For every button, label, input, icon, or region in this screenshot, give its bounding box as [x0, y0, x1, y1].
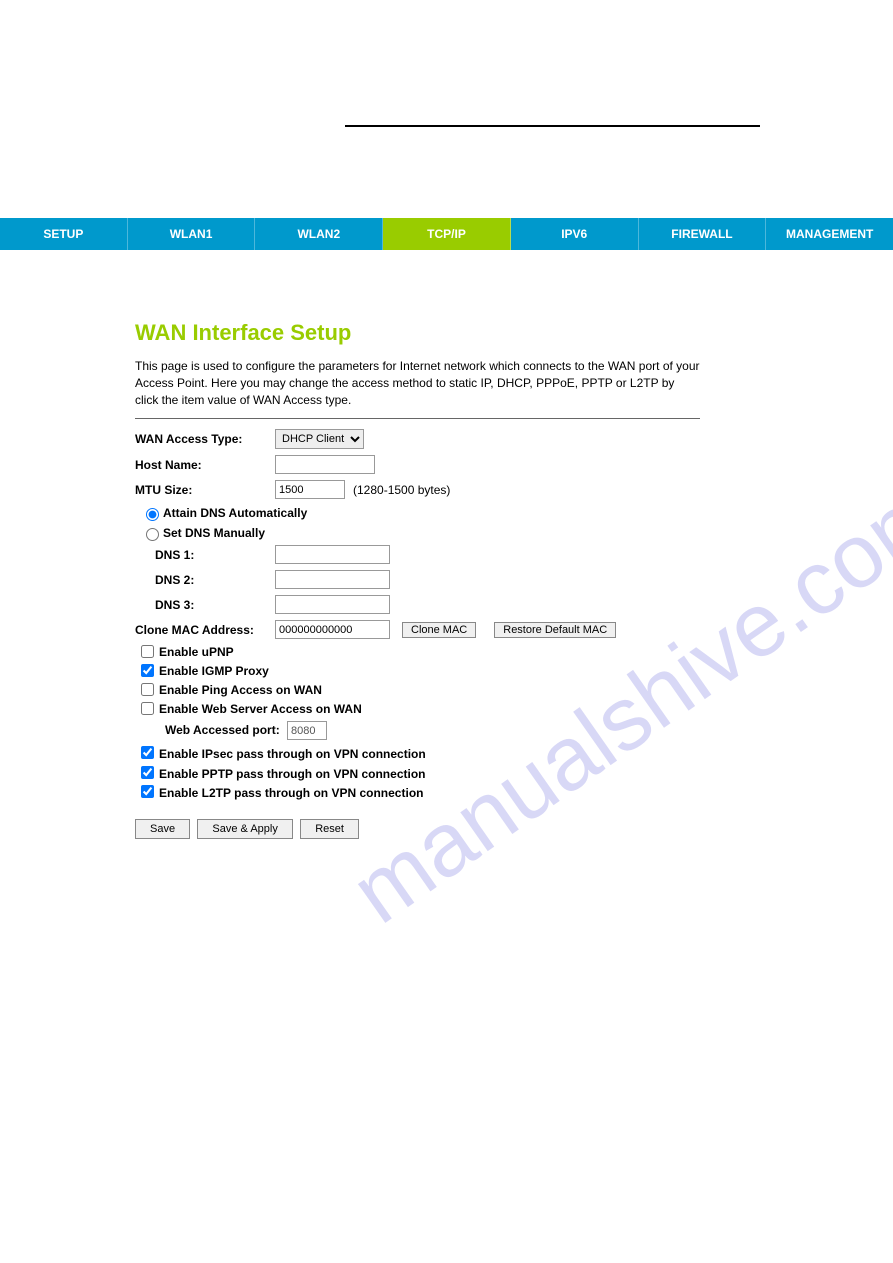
clone-mac-input[interactable] [275, 620, 390, 639]
tab-wlan2[interactable]: WLAN2 [255, 218, 383, 250]
l2tp-label: Enable L2TP pass through on VPN connecti… [159, 785, 423, 801]
reset-button[interactable]: Reset [300, 819, 359, 839]
web-port-input[interactable] [287, 721, 327, 740]
upnp-checkbox[interactable] [141, 645, 154, 658]
igmp-checkbox[interactable] [141, 664, 154, 677]
upnp-label: Enable uPNP [159, 645, 234, 659]
web-wan-checkbox[interactable] [141, 702, 154, 715]
page-title: WAN Interface Setup [135, 320, 700, 346]
wan-access-type-select[interactable]: DHCP Client [275, 429, 364, 449]
dns2-input[interactable] [275, 570, 390, 589]
tab-tcpip[interactable]: TCP/IP [383, 218, 511, 250]
dns-manual-radio[interactable] [146, 528, 159, 541]
tab-firewall[interactable]: FIREWALL [639, 218, 767, 250]
ping-wan-label: Enable Ping Access on WAN [159, 683, 322, 697]
ping-wan-checkbox[interactable] [141, 683, 154, 696]
tab-management[interactable]: MANAGEMENT [766, 218, 893, 250]
dns3-label: DNS 3: [135, 598, 275, 612]
dns1-label: DNS 1: [135, 548, 275, 562]
dns-auto-label: Attain DNS Automatically [163, 506, 307, 520]
pptp-checkbox[interactable] [141, 766, 154, 779]
page-intro: This page is used to configure the param… [135, 358, 700, 408]
tab-wlan1[interactable]: WLAN1 [128, 218, 256, 250]
dns1-input[interactable] [275, 545, 390, 564]
mtu-input[interactable] [275, 480, 345, 499]
web-port-label: Web Accessed port: [165, 723, 280, 737]
ipsec-checkbox[interactable] [141, 746, 154, 759]
mtu-label: MTU Size: [135, 483, 275, 497]
save-button[interactable]: Save [135, 819, 190, 839]
dns-auto-radio[interactable] [146, 508, 159, 521]
wan-access-type-label: WAN Access Type: [135, 432, 275, 446]
web-wan-label: Enable Web Server Access on WAN [159, 702, 362, 716]
tab-setup[interactable]: SETUP [0, 218, 128, 250]
page-content: WAN Interface Setup This page is used to… [135, 320, 700, 839]
header-line [345, 125, 760, 127]
l2tp-checkbox[interactable] [141, 785, 154, 798]
pptp-label: Enable PPTP pass through on VPN connecti… [159, 766, 425, 782]
tab-ipv6[interactable]: IPV6 [511, 218, 639, 250]
clone-mac-label: Clone MAC Address: [135, 623, 275, 637]
main-nav: SETUP WLAN1 WLAN2 TCP/IP IPV6 FIREWALL M… [0, 218, 893, 250]
host-name-input[interactable] [275, 455, 375, 474]
mtu-note: (1280-1500 bytes) [353, 483, 450, 497]
divider [135, 418, 700, 419]
dns2-label: DNS 2: [135, 573, 275, 587]
dns3-input[interactable] [275, 595, 390, 614]
save-apply-button[interactable]: Save & Apply [197, 819, 292, 839]
dns-manual-label: Set DNS Manually [163, 526, 265, 540]
host-name-label: Host Name: [135, 458, 275, 472]
clone-mac-button[interactable]: Clone MAC [402, 622, 476, 638]
igmp-label: Enable IGMP Proxy [159, 664, 269, 678]
restore-mac-button[interactable]: Restore Default MAC [494, 622, 616, 638]
ipsec-label: Enable IPsec pass through on VPN connect… [159, 746, 426, 762]
